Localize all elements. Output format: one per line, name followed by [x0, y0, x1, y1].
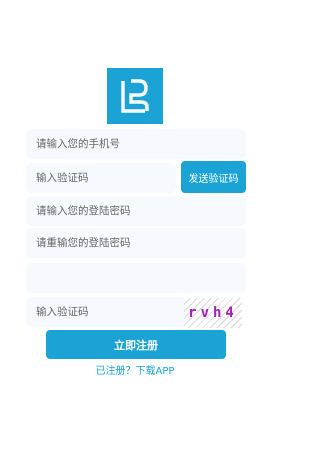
- phone-input[interactable]: [26, 129, 246, 159]
- send-code-button[interactable]: 发送验证码: [181, 161, 246, 193]
- confirm-password-input[interactable]: [26, 228, 246, 258]
- password-input[interactable]: [26, 196, 246, 226]
- captcha-text: rvh4: [188, 305, 238, 321]
- sms-code-input[interactable]: [26, 163, 176, 193]
- lb-monogram-icon: [121, 79, 149, 113]
- extra-input[interactable]: [26, 263, 246, 293]
- brand-logo: [107, 68, 163, 124]
- sms-code-field[interactable]: [26, 163, 176, 193]
- captcha-image[interactable]: rvh4: [184, 298, 242, 328]
- password-field[interactable]: [26, 196, 246, 226]
- captcha-field[interactable]: [26, 297, 186, 327]
- register-button[interactable]: 立即注册: [46, 330, 226, 359]
- extra-field[interactable]: [26, 263, 246, 293]
- confirm-password-field[interactable]: [26, 228, 246, 258]
- phone-field[interactable]: [26, 129, 246, 159]
- captcha-input[interactable]: [26, 297, 186, 327]
- download-app-link[interactable]: 已注册？下载APP: [0, 362, 270, 377]
